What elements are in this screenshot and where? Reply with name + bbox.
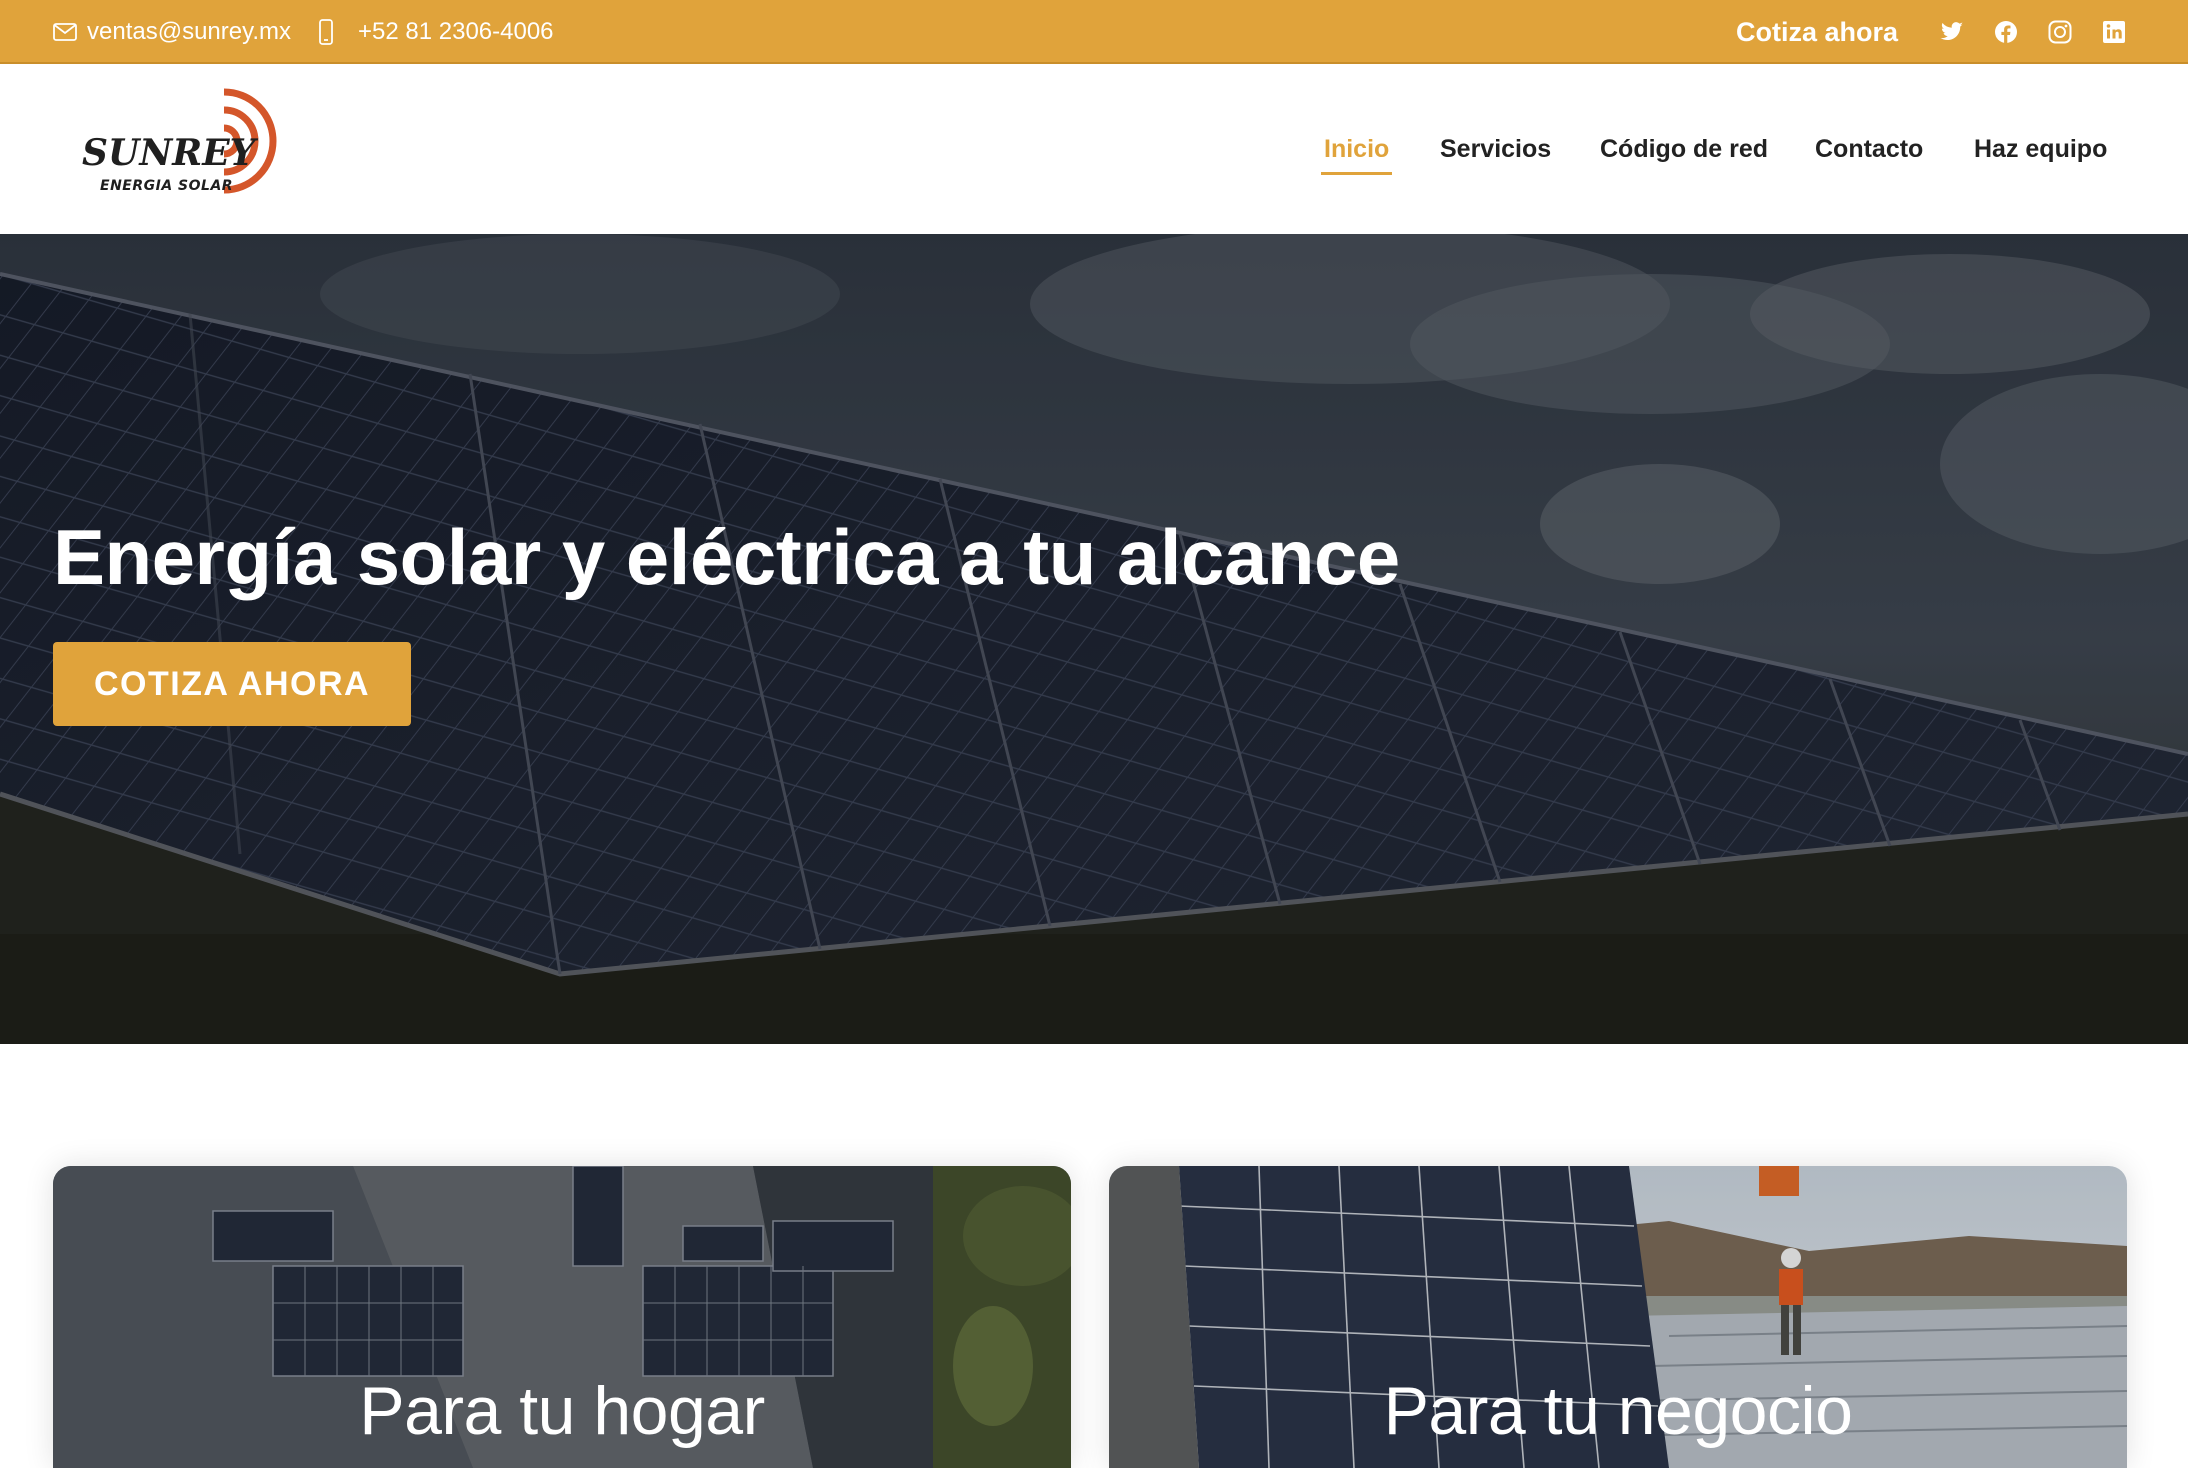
facebook-icon[interactable]	[1992, 18, 2020, 46]
envelope-icon	[53, 23, 77, 41]
nav-contacto[interactable]: Contacto	[1815, 64, 1923, 234]
card-para-tu-hogar[interactable]: Para tu hogar	[53, 1166, 1071, 1468]
twitter-icon[interactable]	[1938, 18, 1966, 46]
card-title-negocio: Para tu negocio	[1383, 1373, 1853, 1449]
logo-wordmark: SUNREY	[82, 132, 256, 174]
hero-banner: Energía solar y eléctrica a tu alcance C…	[0, 234, 2188, 1044]
nav-haz-equipo[interactable]: Haz equipo	[1974, 64, 2107, 234]
linkedin-icon[interactable]	[2100, 18, 2128, 46]
phone-text: +52 81 2306-4006	[358, 18, 554, 45]
phone-icon	[319, 19, 333, 45]
solar-panels-image	[0, 234, 2188, 1044]
hero-title: Energía solar y eléctrica a tu alcance	[53, 513, 1400, 601]
site-header: SUNREY ENERGIA SOLAR Inicio Servicios Có…	[0, 64, 2188, 234]
logo-tagline: ENERGIA SOLAR	[100, 178, 234, 194]
sunrey-logo[interactable]: SUNREY ENERGIA SOLAR	[80, 86, 300, 196]
top-bar: ventas@sunrey.mx +52 81 2306-4006 Cotiza…	[0, 0, 2188, 64]
nav-inicio[interactable]: Inicio	[1320, 64, 1393, 234]
topbar-quote-link[interactable]: Cotiza ahora	[1736, 0, 1898, 64]
instagram-icon[interactable]	[2046, 18, 2074, 46]
hero-quote-button[interactable]: COTIZA AHORA	[53, 642, 411, 726]
email-contact[interactable]: ventas@sunrey.mx	[53, 0, 291, 64]
nav-codigo-de-red[interactable]: Código de red	[1600, 64, 1768, 234]
card-title-hogar: Para tu hogar	[359, 1373, 765, 1449]
phone-contact[interactable]: +52 81 2306-4006	[318, 0, 554, 64]
card-para-tu-negocio[interactable]: Para tu negocio	[1109, 1166, 2127, 1468]
email-text: ventas@sunrey.mx	[87, 18, 291, 45]
nav-servicios[interactable]: Servicios	[1440, 64, 1551, 234]
